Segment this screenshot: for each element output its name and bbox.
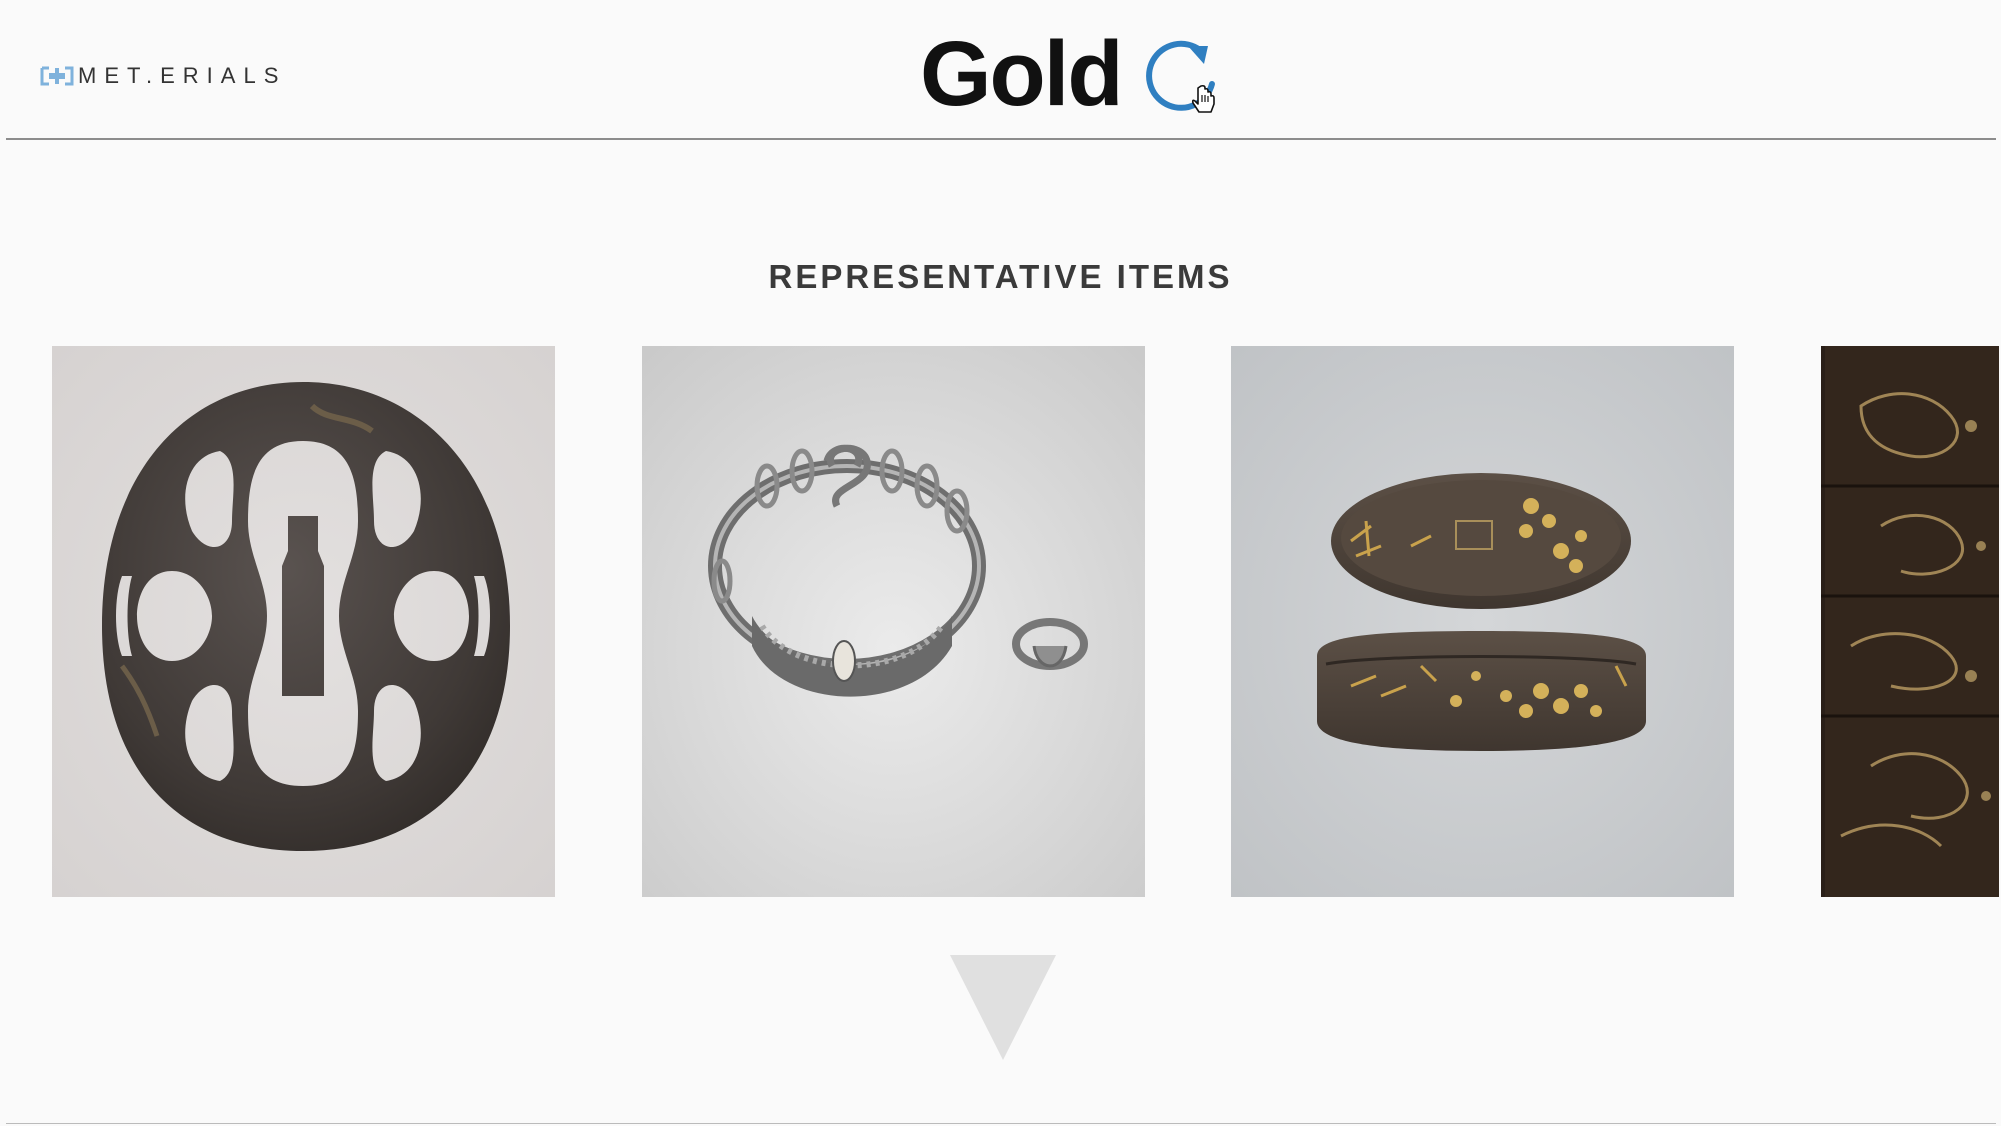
scroll-down-button[interactable]: [950, 955, 1056, 1060]
refresh-button[interactable]: [1142, 34, 1226, 118]
title-group: Gold: [920, 24, 1226, 124]
page: MET.ERIALS Gold REPRESENTATIVE ITEMS: [0, 0, 2001, 1126]
logo[interactable]: MET.ERIALS: [40, 63, 286, 89]
item-bracelet-image[interactable]: [642, 346, 1145, 897]
item-tsuba-image[interactable]: [52, 346, 555, 897]
refresh-icon: [1145, 40, 1215, 113]
item-inro-image[interactable]: [1821, 346, 1999, 897]
items-carousel: [0, 346, 2001, 898]
header: MET.ERIALS Gold: [6, 0, 1996, 140]
page-title: Gold: [920, 23, 1124, 125]
logo-bracket-icon: [40, 64, 74, 88]
item-fuchi-kashira-image[interactable]: [1231, 346, 1734, 897]
triangle-down-icon: [950, 955, 1056, 1060]
logo-text: MET.ERIALS: [78, 63, 287, 88]
bottom-divider: [6, 1123, 1996, 1124]
section-title: REPRESENTATIVE ITEMS: [768, 258, 1233, 295]
